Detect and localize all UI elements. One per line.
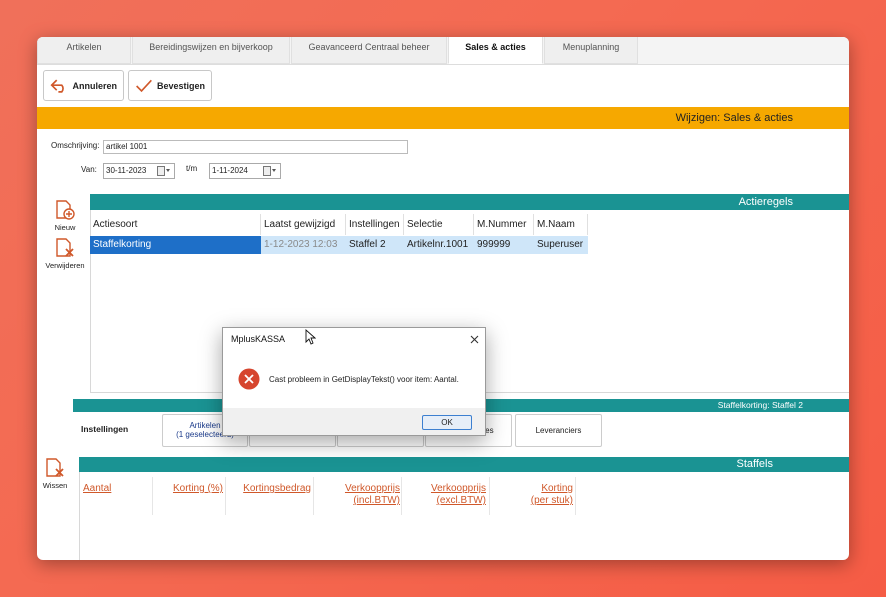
table-row-instellingen[interactable]: Staffel 2 bbox=[346, 236, 404, 254]
van-label: Van: bbox=[81, 165, 97, 174]
tm-value: 1-11-2024 bbox=[212, 166, 248, 175]
dialog-title-text: MplusKASSA bbox=[231, 334, 286, 344]
new-document-icon bbox=[56, 200, 75, 220]
subtab-leveranciers[interactable]: Leveranciers bbox=[515, 414, 602, 447]
table-row-mnaam[interactable]: Superuser bbox=[534, 236, 588, 254]
divider bbox=[401, 477, 402, 515]
actieregels-title: Actieregels bbox=[90, 194, 849, 210]
col-mnummer[interactable]: M.Nummer bbox=[474, 214, 534, 235]
tm-date-picker[interactable]: 1-11-2024 bbox=[209, 163, 281, 179]
col-verkoopprijs-incl[interactable]: Verkoopprijs (incl.BTW) bbox=[315, 483, 400, 507]
delete-button[interactable]: Verwijderen bbox=[39, 237, 91, 270]
wissen-label: Wissen bbox=[42, 481, 68, 490]
tm-label: t/m bbox=[186, 164, 198, 173]
col-verkoopprijs-excl-label: Verkoopprijs bbox=[430, 483, 486, 494]
dialog-footer: OK bbox=[223, 408, 485, 435]
calendar-dropdown-icon bbox=[263, 166, 276, 176]
col-selectie[interactable]: Selectie bbox=[404, 214, 474, 235]
divider bbox=[313, 477, 314, 515]
divider bbox=[489, 477, 490, 515]
ok-button[interactable]: OK bbox=[422, 415, 472, 430]
col-laatst-gewijzigd[interactable]: Laatst gewijzigd bbox=[261, 214, 346, 235]
table-row-selectie[interactable]: Artikelnr.1001 bbox=[404, 236, 474, 254]
dialog-title: MplusKASSA bbox=[223, 328, 485, 350]
col-aantal[interactable]: Aantal bbox=[83, 483, 115, 495]
col-verkoopprijs-excl[interactable]: Verkoopprijs (excl.BTW) bbox=[403, 483, 486, 507]
confirm-label: Bevestigen bbox=[156, 80, 205, 91]
new-label: Nieuw bbox=[54, 223, 76, 232]
wissen-button[interactable]: Wissen bbox=[37, 457, 81, 490]
table-row-mnummer[interactable]: 999999 bbox=[474, 236, 534, 254]
tab-geavanceerd[interactable]: Geavanceerd Centraal beheer bbox=[291, 37, 447, 64]
delete-document-icon bbox=[56, 238, 74, 257]
subtab-instellingen[interactable]: Instellingen bbox=[81, 424, 128, 434]
error-icon bbox=[238, 368, 260, 390]
col-korting-per-stuk-sub: (per stuk) bbox=[530, 495, 573, 506]
error-dialog: MplusKASSA Cast probleem in GetDisplayTe… bbox=[222, 327, 486, 436]
close-icon[interactable] bbox=[470, 335, 479, 344]
col-kortingsbedrag-label: Kortingsbedrag bbox=[243, 483, 311, 494]
delete-label: Verwijderen bbox=[45, 261, 85, 270]
header-title: Wijzigen: Sales & acties bbox=[37, 107, 849, 129]
col-actiesoort[interactable]: Actiesoort bbox=[90, 214, 261, 235]
tab-menuplanning[interactable]: Menuplanning bbox=[544, 37, 638, 64]
mouse-cursor-icon bbox=[305, 329, 316, 345]
confirm-button[interactable]: Bevestigen bbox=[128, 70, 212, 101]
dialog-body: Cast probleem in GetDisplayTekst() voor … bbox=[223, 350, 485, 408]
calendar-dropdown-icon bbox=[157, 166, 170, 176]
col-verkoopprijs-excl-sub: (excl.BTW) bbox=[436, 495, 486, 506]
col-mnaam[interactable]: M.Naam bbox=[534, 214, 588, 235]
divider bbox=[575, 477, 576, 515]
dialog-message: Cast probleem in GetDisplayTekst() voor … bbox=[269, 375, 459, 384]
col-korting-per-stuk[interactable]: Korting (per stuk) bbox=[491, 483, 573, 507]
col-verkoopprijs-incl-sub: (incl.BTW) bbox=[353, 495, 400, 506]
table-row-actiesoort[interactable]: Staffelkorting bbox=[90, 236, 261, 254]
delete-document-icon bbox=[46, 458, 64, 477]
checkmark-icon bbox=[136, 79, 152, 92]
omschrijving-label: Omschrijving: bbox=[51, 141, 100, 150]
col-aantal-label: Aantal bbox=[83, 483, 112, 494]
tab-bar: Artikelen Bereidingswijzen en bijverkoop… bbox=[37, 37, 849, 65]
undo-arrow-icon bbox=[50, 79, 64, 93]
tab-sales-acties[interactable]: Sales & acties bbox=[448, 37, 543, 64]
col-kortingsbedrag[interactable]: Kortingsbedrag bbox=[229, 483, 311, 495]
app-window: Artikelen Bereidingswijzen en bijverkoop… bbox=[37, 37, 849, 560]
col-instellingen[interactable]: Instellingen bbox=[346, 214, 404, 235]
omschrijving-input[interactable]: artikel 1001 bbox=[103, 140, 408, 154]
col-korting-pct-label: Korting (%) bbox=[172, 483, 223, 494]
cancel-label: Annuleren bbox=[72, 80, 117, 91]
cancel-button[interactable]: Annuleren bbox=[43, 70, 124, 101]
col-verkoopprijs-incl-label: Verkoopprijs bbox=[344, 483, 400, 494]
new-button[interactable]: Nieuw bbox=[39, 199, 91, 232]
col-korting-per-stuk-label: Korting bbox=[541, 483, 573, 494]
col-korting-pct[interactable]: Korting (%) bbox=[153, 483, 223, 495]
staffels-title: Staffels bbox=[79, 457, 849, 472]
tab-artikelen[interactable]: Artikelen bbox=[37, 37, 131, 64]
van-value: 30-11-2023 bbox=[106, 166, 147, 175]
table-row-laatst-gewijzigd[interactable]: 1-12-2023 12:03 bbox=[261, 236, 346, 254]
van-date-picker[interactable]: 30-11-2023 bbox=[103, 163, 175, 179]
tab-bereidingswijzen[interactable]: Bereidingswijzen en bijverkoop bbox=[132, 37, 290, 64]
divider bbox=[225, 477, 226, 515]
